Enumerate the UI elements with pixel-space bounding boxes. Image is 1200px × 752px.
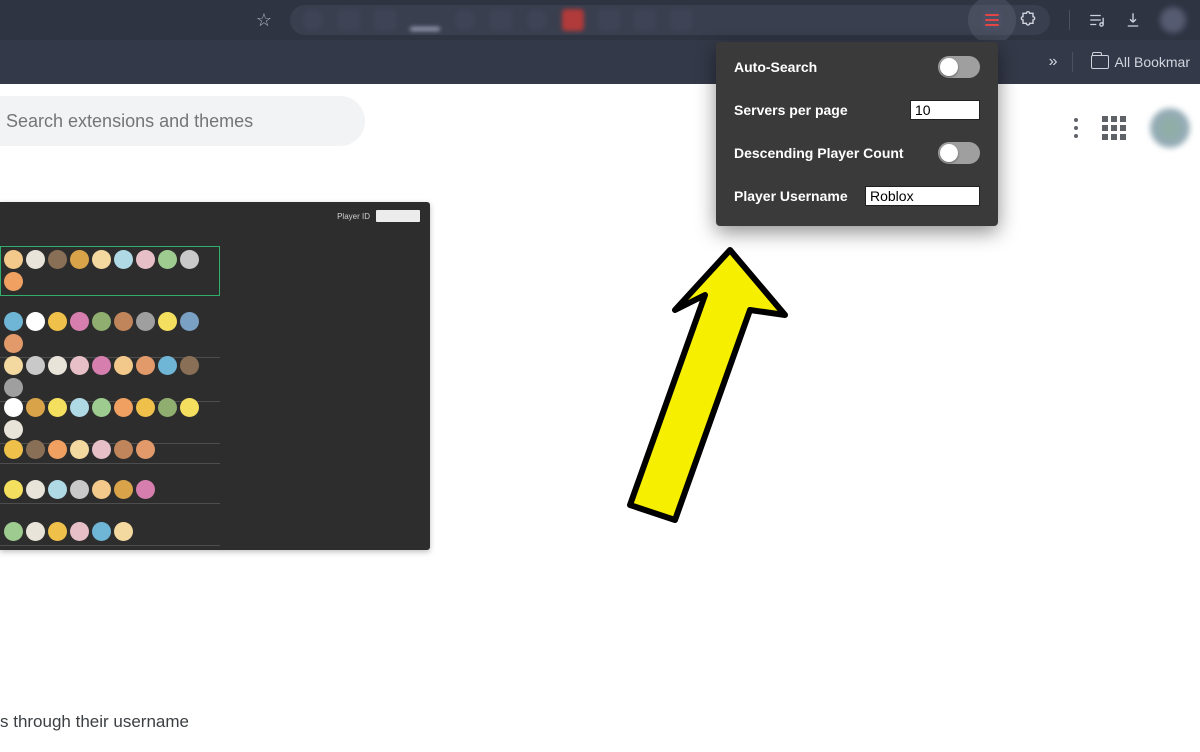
page-content: Player ID s through their username	[0, 84, 1200, 752]
ext-blob-icon	[562, 9, 584, 31]
ext-blob-icon	[598, 9, 620, 31]
username-row: Player Username	[734, 186, 980, 206]
kebab-menu-icon[interactable]	[1074, 118, 1078, 138]
divider	[1069, 10, 1070, 30]
download-icon[interactable]	[1124, 11, 1142, 29]
ext-blob-icon	[374, 9, 396, 31]
bookmarks-label: All Bookmar	[1115, 54, 1190, 70]
server-row	[0, 246, 220, 296]
username-label: Player Username	[734, 188, 848, 204]
server-row	[0, 518, 220, 546]
bookmark-star-icon[interactable]: ☆	[256, 10, 272, 31]
descending-toggle[interactable]	[938, 142, 980, 164]
folder-icon	[1091, 55, 1109, 69]
servers-per-page-row: Servers per page	[734, 100, 980, 120]
page-top-right	[1074, 108, 1190, 148]
store-search-bar[interactable]	[0, 96, 365, 146]
chrome-right	[1060, 7, 1200, 33]
username-input[interactable]	[865, 186, 980, 206]
server-row	[0, 476, 220, 504]
auto-search-toggle[interactable]	[938, 56, 980, 78]
ext-blob-icon	[410, 27, 440, 31]
omnibox[interactable]	[290, 5, 1050, 35]
player-id-label: Player ID	[337, 212, 370, 221]
apps-grid-icon[interactable]	[1102, 116, 1126, 140]
music-queue-icon[interactable]	[1088, 11, 1106, 29]
extensions-puzzle-icon[interactable]	[1018, 10, 1038, 30]
browser-toolbar: ☆	[0, 0, 1200, 40]
omnibox-area	[280, 0, 1060, 40]
server-row	[0, 308, 220, 358]
all-bookmarks-button[interactable]: All Bookmar	[1091, 54, 1190, 70]
ext-blob-icon	[302, 9, 324, 31]
ext-blob-icon	[634, 9, 656, 31]
active-extension-icon[interactable]	[980, 8, 1004, 32]
hamburger-icon	[985, 14, 999, 26]
descending-row: Descending Player Count	[734, 142, 980, 164]
servers-per-page-label: Servers per page	[734, 102, 848, 118]
bookmarks-bar: » All Bookmar	[0, 40, 1200, 84]
auto-search-row: Auto-Search	[734, 56, 980, 78]
divider	[1072, 52, 1073, 72]
ext-blob-icon	[338, 9, 360, 31]
ext-blob-icon	[454, 9, 476, 31]
extension-description-fragment: s through their username	[0, 712, 189, 732]
browser-menu-icon[interactable]	[1160, 7, 1186, 33]
ext-blob-icon	[526, 9, 548, 31]
ext-blob-icon	[670, 9, 692, 31]
profile-avatar[interactable]	[1150, 108, 1190, 148]
ext-blob-icon	[490, 9, 512, 31]
descending-label: Descending Player Count	[734, 145, 904, 161]
search-input[interactable]	[6, 111, 365, 132]
servers-per-page-input[interactable]	[910, 100, 980, 120]
auto-search-label: Auto-Search	[734, 59, 817, 75]
chrome-left: ☆	[0, 0, 280, 40]
player-id-box	[376, 210, 420, 222]
extension-popup: Auto-Search Servers per page Descending …	[716, 42, 998, 226]
thumb-header: Player ID	[337, 210, 420, 222]
server-row	[0, 436, 220, 464]
extension-screenshot: Player ID	[0, 202, 430, 550]
bookmarks-overflow-icon[interactable]: »	[1049, 53, 1054, 71]
